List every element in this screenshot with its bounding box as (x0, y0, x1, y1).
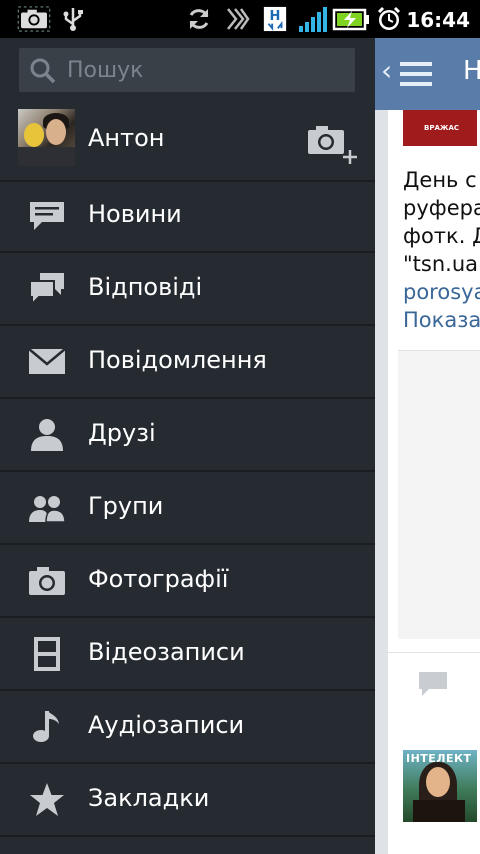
menu-item-label: Відповіді (88, 273, 203, 301)
signal-icon-alt (227, 8, 250, 30)
menu-item-messages[interactable]: Повідомлення (0, 326, 375, 399)
camera-icon (29, 567, 65, 595)
menu-item-audio[interactable]: Аудіозаписи (0, 691, 375, 764)
post-text-line: "tsn.ua (403, 252, 478, 276)
menu-item-bookmarks[interactable]: Закладки (0, 764, 375, 837)
star-icon (30, 783, 64, 816)
profile-name: Антон (88, 124, 165, 152)
usb-icon (63, 8, 83, 31)
hsdpa-icon: H (263, 6, 287, 32)
friend-icon (31, 419, 63, 451)
signal-bars-icon (299, 7, 327, 32)
battery-charging-icon (332, 8, 369, 31)
alarm-icon (377, 6, 401, 30)
post-link[interactable]: porosya (403, 280, 480, 304)
feed-panel[interactable]: ‹ Н ВРАЖАС День с руфера фотк. Д "tsn.ua… (375, 38, 480, 854)
post-text-line: руфера (403, 196, 480, 220)
menu-item-label: Новини (88, 200, 182, 228)
sync-icon (189, 9, 209, 29)
post-card[interactable]: ВРАЖАС День с руфера фотк. Д "tsn.ua por… (388, 110, 480, 748)
camera-notification-icon (17, 6, 51, 32)
menu-item-groups[interactable]: Групи (0, 472, 375, 545)
search-box[interactable] (19, 48, 355, 92)
menu-item-videos[interactable]: Відеозаписи (0, 618, 375, 691)
menu-item-photos[interactable]: Фотографії (0, 545, 375, 618)
status-bar: H 16:44 (0, 0, 480, 38)
post-text-line: фотк. Д (403, 224, 480, 248)
header-title: Н (463, 56, 480, 86)
menu-item-label: Групи (88, 492, 164, 520)
menu-item-friends[interactable]: Друзі (0, 399, 375, 472)
messages-icon (28, 348, 66, 374)
comment-icon[interactable] (418, 670, 448, 698)
menu-item-label: Друзі (88, 419, 156, 447)
news-icon (30, 202, 64, 230)
clock: 16:44 (406, 8, 470, 32)
avatar[interactable] (18, 109, 75, 166)
post-text-line: День с (403, 168, 477, 192)
menu-item-label: Відеозаписи (88, 638, 245, 666)
drawer-menu: Новини Відповіді Повідомлення Друзі Груп… (0, 180, 375, 837)
post-author-logo[interactable]: ВРАЖАС (403, 110, 477, 146)
replies-icon (29, 273, 64, 307)
search-input[interactable] (67, 48, 347, 92)
post-card[interactable]: ІНТЕЛЕКТ А (388, 736, 480, 854)
back-chevron-icon[interactable]: ‹ (381, 54, 392, 87)
post-author-logo[interactable]: ІНТЕЛЕКТ (403, 750, 477, 822)
add-photo-icon[interactable] (306, 122, 358, 166)
profile-row[interactable]: Антон (0, 102, 375, 182)
show-more-link[interactable]: Показа (403, 308, 480, 332)
navigation-drawer: Антон Новини Відповіді (0, 38, 375, 854)
menu-item-replies[interactable]: Відповіді (0, 253, 375, 326)
menu-item-label: Повідомлення (88, 346, 267, 374)
menu-item-news[interactable]: Новини (0, 180, 375, 253)
divider (388, 652, 480, 653)
menu-icon[interactable] (400, 60, 432, 88)
post-image[interactable] (398, 350, 480, 639)
logo-text: ІНТЕЛЕКТ (406, 752, 472, 765)
menu-item-label: Закладки (88, 784, 210, 812)
app-header: ‹ Н (375, 38, 480, 110)
svg-text:H: H (270, 9, 281, 24)
search-icon (30, 58, 56, 84)
groups-icon (29, 496, 66, 523)
film-icon (34, 637, 60, 671)
menu-item-label: Фотографії (88, 565, 229, 593)
music-note-icon (33, 711, 59, 742)
logo-text: ВРАЖАС (424, 124, 460, 132)
menu-item-label: Аудіозаписи (88, 711, 245, 739)
